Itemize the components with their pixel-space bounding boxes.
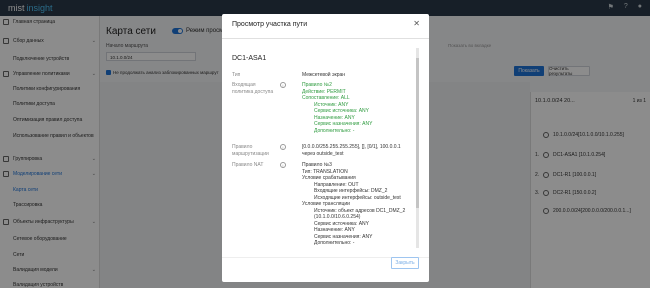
detail-line: Дополнительно: - bbox=[314, 127, 355, 134]
info-icon[interactable]: i bbox=[280, 162, 286, 168]
nat-label: Правило NAT bbox=[232, 162, 264, 168]
info-icon[interactable]: i bbox=[280, 144, 286, 150]
detail-line: через outside_test bbox=[302, 150, 344, 157]
close-button[interactable]: Закрыть bbox=[391, 257, 419, 269]
type-label: Тип bbox=[232, 72, 241, 78]
device-name: DC1-ASA1 bbox=[232, 55, 267, 62]
type-value: Межсетевой экран bbox=[302, 72, 346, 78]
modal-divider bbox=[222, 38, 429, 39]
info-icon[interactable]: i bbox=[280, 82, 286, 88]
policy-label: Входящая политика доступа bbox=[232, 82, 274, 95]
detail-line: Дополнительно: - bbox=[314, 240, 355, 246]
path-segment-modal: Просмотр участка пути ✕ DC1-ASA1 Тип Меж… bbox=[222, 14, 429, 282]
modal-title: Просмотр участка пути bbox=[232, 21, 308, 28]
route-rule-label: Правило маршрутизации bbox=[232, 144, 269, 157]
modal-body: DC1-ASA1 Тип Межсетевой экран Входящая п… bbox=[232, 42, 419, 257]
close-icon[interactable]: ✕ bbox=[413, 19, 420, 28]
